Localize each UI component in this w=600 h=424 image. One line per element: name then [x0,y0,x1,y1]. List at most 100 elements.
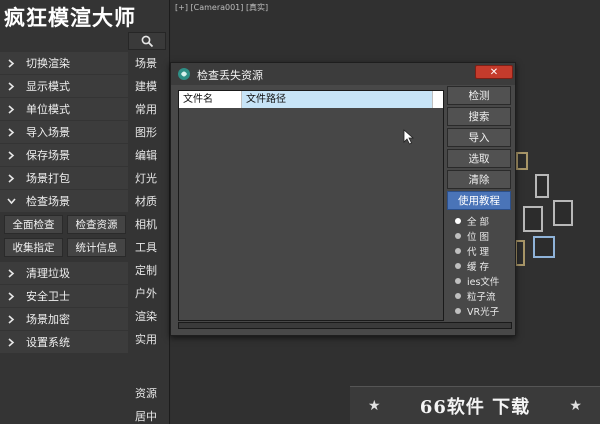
detect-button[interactable]: 检测 [447,86,511,105]
category-link-edit[interactable]: 编辑 [130,144,162,167]
close-button[interactable]: ✕ [475,65,513,79]
category-link-lights[interactable]: 灯光 [130,167,162,190]
category-link-camera[interactable]: 相机 [130,213,162,236]
menu-list: 切换渲染 显示模式 单位模式 导入场景 保存场景 场景打包 检查场景 全面检查 [0,52,128,354]
dialog-title: 检查丢失资源 [197,69,263,82]
category-link-center[interactable]: 居中 [130,405,162,424]
chevron-down-icon [6,196,16,206]
picture-frame-object [523,206,543,232]
menu-item-import-scene[interactable]: 导入场景 [0,121,128,143]
category-links-bottom: 资源 居中 [130,382,162,424]
chevron-right-icon [6,337,16,347]
horizontal-scrollbar[interactable] [178,322,512,329]
column-header-filepath[interactable]: 文件路径 [242,91,433,108]
filter-option-label: 全 部 [467,216,490,228]
menu-item-label: 场景打包 [26,172,70,185]
menu-item-unit-mode[interactable]: 单位模式 [0,98,128,120]
filter-option-label: 粒子流 [467,291,496,303]
filter-option-ies[interactable]: ies文件 [447,273,511,288]
picture-frame-object [515,240,525,266]
column-header-filename[interactable]: 文件名 [179,91,242,108]
radio-button[interactable] [455,232,461,239]
clear-button[interactable]: 清除 [447,170,511,189]
filter-option-label: 缓 存 [467,261,490,273]
menu-item-switch-render[interactable]: 切换渲染 [0,52,128,74]
statistics-button[interactable]: 统计信息 [67,238,126,257]
menu-item-clean-garbage[interactable]: 清理垃圾 [0,262,128,284]
radio-button[interactable] [455,262,461,269]
resource-type-filter: 全 部 位 图 代 理 缓 存 ies文件 粒子流 VR光子 [447,213,511,318]
category-link-tools[interactable]: 工具 [130,236,162,259]
category-link-outdoor[interactable]: 户外 [130,282,162,305]
category-link-render[interactable]: 渲染 [130,305,162,328]
category-link-common[interactable]: 常用 [130,98,162,121]
chevron-right-icon [6,314,16,324]
picture-frame-object [553,200,573,226]
filter-option-label: VR光子 [467,306,500,318]
category-link-resources[interactable]: 资源 [130,382,162,405]
menu-item-label: 检查场景 [26,195,70,208]
select-button[interactable]: 选取 [447,149,511,168]
radio-button-selected[interactable] [455,217,461,224]
filter-option-all[interactable]: 全 部 [447,213,511,228]
menu-item-label: 设置系统 [26,336,70,349]
dialog-actions: 检测 搜索 导入 选取 清除 使用教程 全 部 位 图 代 理 缓 存 ies文… [447,86,511,318]
app-title: 疯狂模渲大师 [4,6,136,30]
menu-item-display-mode[interactable]: 显示模式 [0,75,128,97]
chevron-right-icon [6,150,16,160]
category-link-modeling[interactable]: 建模 [130,75,162,98]
chevron-right-icon [6,173,16,183]
search-button[interactable] [128,32,166,50]
chevron-right-icon [6,104,16,114]
menu-item-label: 导入场景 [26,126,70,139]
picture-frame-object [533,236,555,258]
menu-item-system-settings[interactable]: 设置系统 [0,331,128,353]
category-link-shapes[interactable]: 图形 [130,121,162,144]
picture-frame-object [516,152,528,170]
chevron-right-icon [6,81,16,91]
check-scene-actions: 全面检查 检查资源 收集指定 统计信息 [0,213,128,259]
filter-option-vr-photon[interactable]: VR光子 [447,303,511,318]
menu-item-check-scene[interactable]: 检查场景 [0,190,128,212]
filter-option-cache[interactable]: 缓 存 [447,258,511,273]
dialog-titlebar[interactable]: 检查丢失资源 ✕ [171,63,515,85]
filter-option-bitmap[interactable]: 位 图 [447,228,511,243]
category-link-utility[interactable]: 实用 [130,328,162,351]
radio-button[interactable] [455,307,461,314]
tutorial-button[interactable]: 使用教程 [447,191,511,210]
filter-option-label: 位 图 [467,231,490,243]
import-button[interactable]: 导入 [447,128,511,147]
missing-files-table[interactable]: 文件名 文件路径 [178,90,444,321]
viewport-label[interactable]: [+] [Camera001] [真实] [175,2,268,13]
filter-option-label: 代 理 [467,246,490,258]
search-files-button[interactable]: 搜索 [447,107,511,126]
menu-item-security-guard[interactable]: 安全卫士 [0,285,128,307]
radio-button[interactable] [455,292,461,299]
plugin-panel: 疯狂模渲大师 切换渲染 显示模式 单位模式 导入场景 保存场景 场景打包 检查场… [0,0,170,424]
menu-item-label: 场景加密 [26,313,70,326]
close-icon: ✕ [489,66,499,78]
watermark-text: 66软件 下载 [419,396,531,418]
menu-item-label: 保存场景 [26,149,70,162]
check-resources-button[interactable]: 检查资源 [67,215,126,234]
full-check-button[interactable]: 全面检查 [4,215,63,234]
missing-resources-dialog: 检查丢失资源 ✕ 文件名 文件路径 检测 搜索 导入 选取 清除 使用教程 全 … [170,62,516,336]
filter-option-proxy[interactable]: 代 理 [447,243,511,258]
chevron-right-icon [6,268,16,278]
category-links: 场景 建模 常用 图形 编辑 灯光 材质 相机 工具 定制 户外 渲染 实用 [130,52,162,351]
collect-specified-button[interactable]: 收集指定 [4,238,63,257]
filter-option-label: ies文件 [467,276,500,288]
mouse-cursor-icon [403,129,414,145]
menu-item-scene-encrypt[interactable]: 场景加密 [0,308,128,330]
menu-item-label: 切换渲染 [26,57,70,70]
menu-item-pack-scene[interactable]: 场景打包 [0,167,128,189]
search-icon [141,35,154,48]
filter-option-particle-flow[interactable]: 粒子流 [447,288,511,303]
radio-button[interactable] [455,247,461,254]
menu-item-save-scene[interactable]: 保存场景 [0,144,128,166]
category-link-materials[interactable]: 材质 [130,190,162,213]
chevron-right-icon [6,291,16,301]
category-link-scene[interactable]: 场景 [130,52,162,75]
category-link-custom[interactable]: 定制 [130,259,162,282]
radio-button[interactable] [455,277,461,284]
